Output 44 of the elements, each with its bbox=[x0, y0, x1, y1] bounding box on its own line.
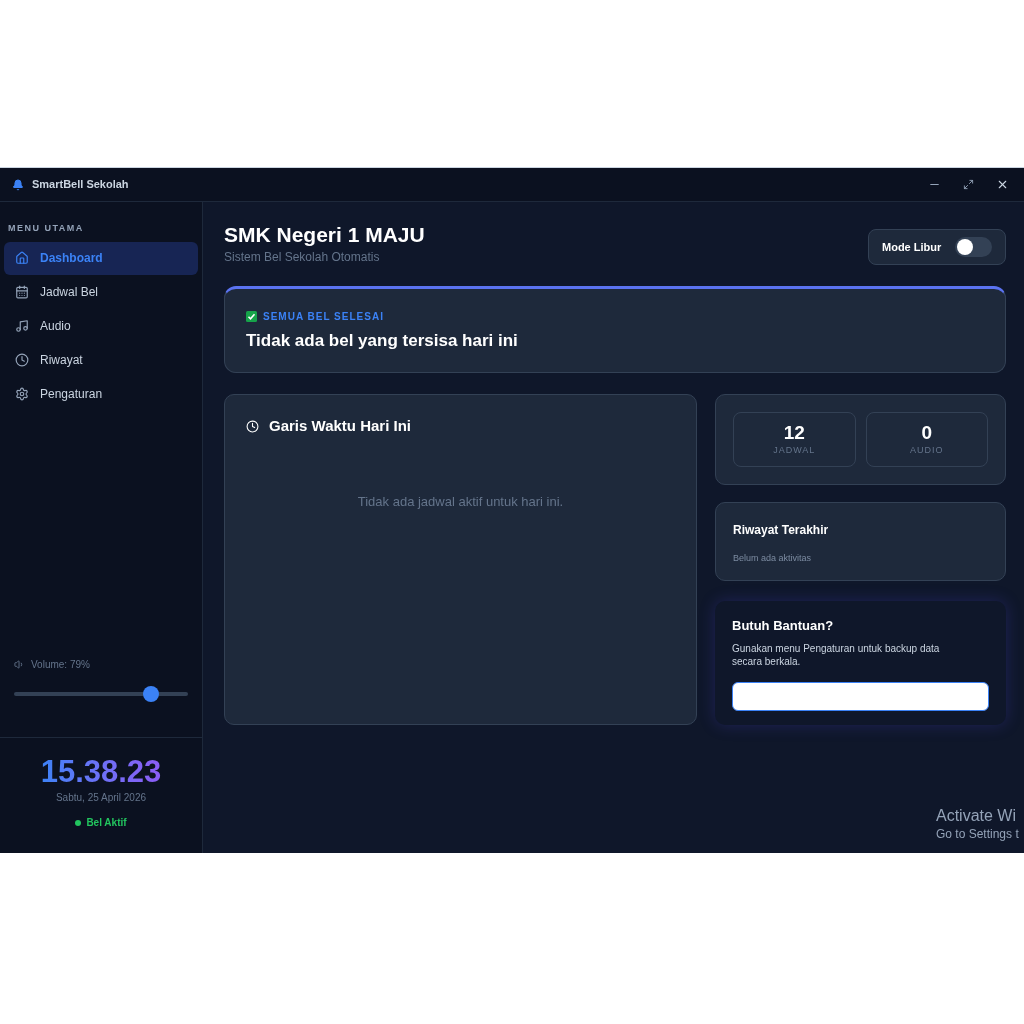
page-subtitle: Sistem Bel Sekolah Otomatis bbox=[224, 249, 381, 266]
window-title: SmartBell Sekolah bbox=[32, 177, 129, 193]
bell-icon bbox=[12, 178, 24, 191]
volume-label: Volume: 79% bbox=[31, 658, 90, 672]
sidebar-item[interactable]: Audio bbox=[4, 309, 198, 343]
home-icon bbox=[15, 251, 29, 265]
close-icon bbox=[996, 178, 1009, 191]
activation-notice: Activate Wi bbox=[936, 806, 1017, 825]
volume-slider[interactable] bbox=[14, 686, 188, 702]
holiday-mode-label: Mode Libur bbox=[882, 239, 942, 255]
speaker-icon bbox=[14, 659, 25, 670]
sidebar-item[interactable]: Riwayat bbox=[4, 343, 198, 377]
activation-hint: Go to Settings t bbox=[936, 826, 1020, 843]
holiday-mode-switch[interactable] bbox=[955, 237, 992, 257]
clock-icon bbox=[15, 353, 29, 367]
status-eyebrow: SEMUA BEL SELESAI bbox=[263, 310, 384, 324]
stat-label: AUDIO bbox=[910, 443, 944, 457]
help-text: Gunakan menu Pengaturan untuk backup data secara berkala. bbox=[732, 641, 941, 668]
status-message: Tidak ada bel yang tersisa hari ini bbox=[246, 330, 519, 352]
slider-thumb[interactable] bbox=[143, 686, 160, 702]
empty-message: Tidak ada jadwal aktif untuk hari ini. bbox=[357, 492, 564, 511]
sidebar-item[interactable]: Jadwal Bel bbox=[4, 275, 198, 309]
section-title: MENU UTAMA bbox=[7, 222, 85, 235]
sidebar-item[interactable]: Pengaturan bbox=[4, 377, 198, 411]
maximize-button[interactable] bbox=[963, 179, 974, 190]
settings-icon bbox=[15, 387, 29, 401]
history-title: Riwayat Terakhir bbox=[733, 522, 830, 539]
stat-label: JADWAL bbox=[773, 443, 816, 457]
close-button[interactable] bbox=[996, 178, 1009, 191]
help-input-field[interactable] bbox=[732, 681, 989, 711]
history-empty-text: Belum ada aktivitas bbox=[733, 552, 813, 565]
help-title: Butuh Bantuan? bbox=[732, 617, 835, 635]
status-label: Bel Aktif bbox=[86, 816, 127, 830]
music-note-icon bbox=[15, 319, 29, 333]
clock-date: Sabtu, 25 April 2026 bbox=[55, 791, 147, 805]
page-title: SMK Negeri 1 MAJU bbox=[224, 222, 425, 248]
stat-value: 12 bbox=[783, 421, 805, 444]
check-icon bbox=[246, 311, 257, 322]
calendar-icon bbox=[15, 285, 29, 299]
maximize-icon bbox=[963, 179, 974, 190]
stat-value: 0 bbox=[921, 421, 933, 444]
sidebar-item[interactable]: Dashboard bbox=[4, 241, 198, 275]
timeline-title: Garis Waktu Hari Ini bbox=[269, 416, 411, 436]
clock-icon bbox=[246, 419, 259, 433]
